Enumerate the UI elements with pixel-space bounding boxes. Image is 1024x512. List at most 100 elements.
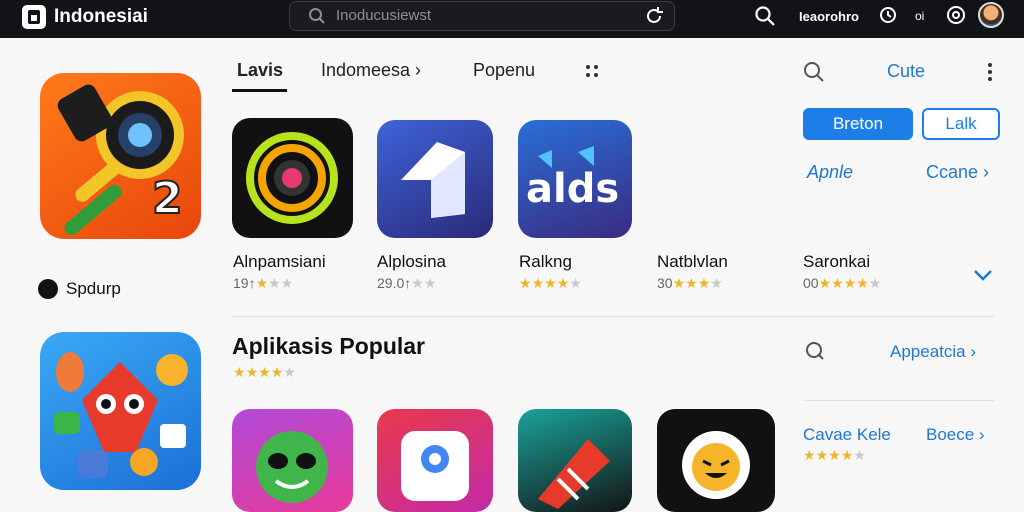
featured-app-tile-2[interactable] (40, 332, 201, 490)
app-tile-7[interactable] (377, 409, 493, 512)
boece-link[interactable]: Boece › (926, 425, 985, 445)
apple-link[interactable]: Apnle (807, 162, 853, 183)
rating-text: 19↑ (233, 275, 256, 291)
star-icon: ★ (828, 447, 841, 463)
primary-button[interactable]: Breton (803, 108, 913, 140)
cute-link[interactable]: Cute (887, 61, 925, 82)
monster-icon (256, 431, 328, 503)
ccane-link[interactable]: Ccane › (926, 162, 989, 183)
app-name-1[interactable]: Alnpamsiani (233, 252, 326, 272)
app-name-4[interactable]: Natblvlan (657, 252, 728, 272)
rating-text: 30 (657, 275, 673, 291)
chevron-down-icon[interactable] (973, 268, 993, 282)
app-rating-1: 19↑★★★ (233, 275, 293, 292)
app-name-3[interactable]: Ralkng (519, 252, 572, 272)
user-avatar[interactable] (978, 2, 1004, 28)
star-icon: ★ (697, 275, 711, 291)
app-tile-9[interactable] (657, 409, 775, 512)
app-tile-3[interactable]: alds (518, 120, 632, 238)
search-input[interactable]: Inoducusiewst (336, 7, 431, 24)
tab-popular[interactable]: Popenu (473, 60, 535, 81)
app-name-2[interactable]: Alplosina (377, 252, 446, 272)
search-icon[interactable] (802, 60, 826, 84)
star-icon: ★ (815, 447, 829, 463)
brand[interactable]: Indonesiai (22, 5, 148, 29)
refresh-icon[interactable] (643, 5, 665, 27)
star-icon: ★ (531, 275, 545, 291)
section-title-popular: Aplikasis Popular (232, 333, 426, 359)
see-all-link[interactable]: Appeatcia › (890, 342, 976, 362)
app-rating-5: 00★★★★★ (803, 275, 881, 292)
star-icon: ★ (245, 364, 259, 380)
grid-dots-icon[interactable] (585, 64, 599, 78)
cavae-rating: ★★★★★ (803, 447, 866, 464)
search-icon[interactable] (754, 5, 776, 27)
account-label[interactable]: Ieaorohro (799, 9, 859, 24)
home-cube-icon (401, 142, 465, 218)
featured-app-tile[interactable]: 2 (40, 73, 201, 239)
sponsor-text: Spdurp (66, 279, 121, 298)
account-circle-icon[interactable] (946, 5, 966, 25)
search-icon (309, 8, 325, 24)
star-icon: ★ (283, 364, 296, 380)
store-logo-icon (22, 5, 46, 29)
rating-text: 29.0↑ (377, 275, 412, 291)
star-icon: ★ (255, 275, 269, 291)
app-rating-2: 29.0↑★★ (377, 275, 436, 292)
star-icon: ★ (411, 275, 424, 291)
star-icon: ★ (843, 275, 857, 291)
star-icon: ★ (818, 275, 832, 291)
app-tile-8[interactable] (518, 409, 632, 512)
secondary-button[interactable]: Lalk (922, 108, 1000, 140)
star-icon: ★ (831, 275, 844, 291)
search-icon[interactable] (804, 340, 826, 362)
cavae-link[interactable]: Cavae Kele (803, 425, 891, 445)
star-icon: ★ (258, 364, 271, 380)
star-icon: ★ (423, 275, 437, 291)
game-characters-icon (54, 352, 188, 478)
star-icon: ★ (556, 275, 570, 291)
notification-label[interactable]: oi (915, 9, 924, 23)
rocket-icon (538, 439, 610, 509)
app-tile-1[interactable] (232, 118, 353, 238)
star-icon: ★ (672, 275, 686, 291)
star-icon: ★ (803, 447, 816, 463)
rating-text: 00 (803, 275, 819, 291)
history-icon[interactable] (879, 6, 897, 24)
section-divider (232, 316, 994, 317)
svg-text:2: 2 (152, 173, 183, 224)
search-bar[interactable]: Inoducusiewst (289, 1, 675, 31)
app-name-5[interactable]: Saronkai (803, 252, 870, 272)
star-icon: ★ (856, 275, 869, 291)
more-vertical-icon[interactable] (986, 62, 994, 82)
app-tile-6[interactable] (232, 409, 353, 512)
side-divider (803, 400, 994, 401)
sponsor-label: Spdurp (38, 279, 121, 299)
star-icon: ★ (233, 364, 246, 380)
tab-indonesia[interactable]: Indomeesa › (321, 60, 421, 81)
star-icon: ★ (280, 275, 294, 291)
svg-text:alds: alds (526, 166, 619, 212)
star-icon: ★ (268, 275, 281, 291)
section-rating: ★★★★★ (233, 364, 296, 381)
star-icon: ★ (519, 275, 532, 291)
brand-name: Indonesiai (54, 6, 148, 27)
star-icon: ★ (710, 275, 723, 291)
star-icon: ★ (569, 275, 582, 291)
map-pin-icon (401, 431, 469, 501)
star-icon: ★ (544, 275, 557, 291)
star-icon: ★ (868, 275, 882, 291)
app-rating-4: 30★★★★ (657, 275, 723, 292)
tab-lavis[interactable]: Lavis (237, 60, 283, 81)
camera-lens-icon (246, 132, 338, 224)
star-icon: ★ (685, 275, 698, 291)
star-icon: ★ (853, 447, 866, 463)
camera-wand-icon: 2 (57, 84, 184, 235)
sponsor-icon (38, 279, 58, 299)
top-bar: Indonesiai Inoducusiewst Ieaorohro oi (0, 0, 1024, 38)
star-icon: ★ (840, 447, 854, 463)
star-icon: ★ (270, 364, 284, 380)
app-tile-2[interactable] (377, 120, 493, 238)
active-tab-indicator (232, 89, 287, 92)
ads-logo-icon: alds (526, 146, 619, 212)
